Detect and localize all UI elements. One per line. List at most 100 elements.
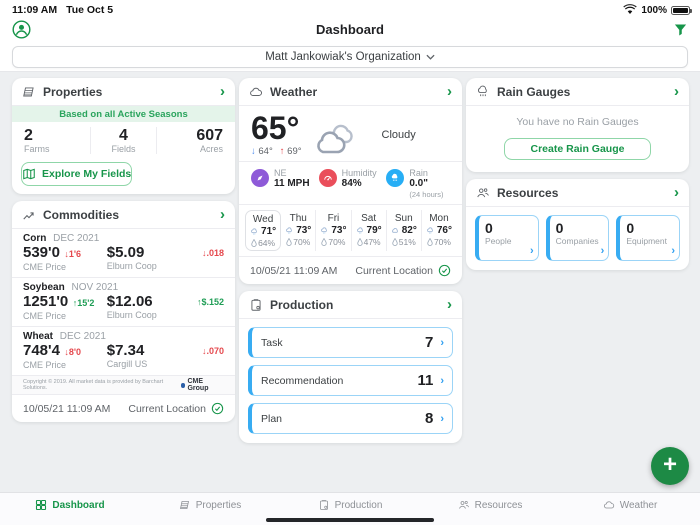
people-icon — [477, 188, 489, 198]
cme-price: 748'4 — [23, 342, 60, 359]
resource-companies[interactable]: 0 Companies — [545, 215, 610, 261]
chevron-right-icon[interactable] — [447, 87, 452, 97]
current-location[interactable]: Current Location — [355, 264, 451, 277]
production-item-recommendation[interactable]: Recommendation 11 — [248, 365, 453, 396]
add-button[interactable] — [651, 447, 689, 485]
farms-count: 2 — [24, 127, 33, 144]
home-indicator[interactable] — [266, 518, 434, 522]
forecast-day-mon[interactable]: Mon 76° 70% — [422, 210, 456, 251]
copyright-text: Copyright © 2019. All market data is pro… — [23, 379, 164, 391]
rain-cloud-icon — [478, 85, 487, 97]
field-icon — [23, 87, 34, 97]
rain-gauges-empty-message: You have no Rain Gauges — [516, 116, 639, 128]
people-icon — [458, 501, 469, 509]
rain-gauges-card-header[interactable]: Rain Gauges — [466, 78, 689, 106]
rain-label: Rain — [409, 168, 428, 178]
low-temp: 64° — [258, 146, 273, 157]
trend-chart-icon — [23, 212, 34, 220]
humidity-metric: Humidity 84% — [318, 168, 383, 190]
commodities-card-header[interactable]: Commodities — [12, 201, 235, 229]
resources-card-header[interactable]: Resources — [466, 179, 689, 207]
price-source: CME Price — [23, 262, 67, 272]
commodities-title: Commodities — [43, 208, 120, 222]
cme-dot-icon — [180, 382, 186, 388]
commodity-contract: NOV 2021 — [71, 282, 119, 293]
battery-icon — [671, 5, 692, 15]
forecast-day-sun[interactable]: Sun 82° 51% — [387, 210, 422, 251]
check-circle-icon — [438, 264, 451, 277]
droplet-icon — [321, 238, 328, 246]
rain-value: 0.0" — [409, 178, 428, 189]
local-price: $7.34 — [106, 342, 145, 359]
local-source: Cargill US — [106, 359, 148, 369]
commodity-row-soybean[interactable]: Soybean NOV 2021 1251'0 ↑15'2 CME Price … — [12, 278, 235, 327]
chevron-right-icon[interactable] — [447, 300, 452, 310]
price-change: ↓8'0 — [64, 347, 82, 357]
chevron-right-icon[interactable] — [674, 188, 679, 198]
nav-dashboard[interactable]: Dashboard — [0, 499, 140, 511]
chevron-right-icon[interactable] — [220, 210, 225, 220]
humidity-label: Humidity — [341, 168, 377, 178]
cloud-rain-icon — [426, 226, 433, 233]
local-price-change: ↑$.152 — [196, 297, 224, 307]
price-source: CME Price — [23, 360, 67, 370]
chevron-down-icon — [426, 54, 435, 60]
organization-name: Matt Jankowiak's Organization — [265, 51, 421, 63]
production-item-plan[interactable]: Plan 8 — [248, 403, 453, 434]
clipboard-icon — [319, 500, 328, 510]
rain-period: (24 hours) — [409, 190, 444, 199]
weather-card-header[interactable]: Weather — [239, 78, 462, 106]
task-count: 7 — [424, 334, 434, 351]
commodity-contract: DEC 2021 — [59, 331, 106, 342]
chevron-right-icon[interactable] — [674, 87, 679, 97]
chevron-right-icon — [440, 337, 444, 349]
rain-icon — [386, 169, 405, 187]
weather-title: Weather — [270, 85, 318, 99]
forecast-day-fri[interactable]: Fri 73° 70% — [316, 210, 352, 251]
create-rain-gauge-button[interactable]: Create Rain Gauge — [503, 138, 652, 160]
resource-people[interactable]: 0 People — [475, 215, 539, 261]
commodity-row-wheat[interactable]: Wheat DEC 2021 748'4 ↓8'0 CME Price $7.3… — [12, 327, 235, 376]
nav-production[interactable]: Production — [280, 499, 420, 511]
chevron-right-icon — [440, 413, 444, 425]
recommendation-count: 11 — [417, 372, 434, 389]
forecast-day-thu[interactable]: Thu 73° 70% — [281, 210, 317, 251]
nav-resources[interactable]: Resources — [420, 499, 560, 511]
resource-equipment[interactable]: 0 Equipment — [616, 215, 681, 261]
rain-metric: Rain 0.0" (24 hours) — [386, 168, 450, 199]
plan-count: 8 — [424, 410, 434, 427]
fields-label: Fields — [111, 144, 136, 154]
forecast-day-sat[interactable]: Sat 79° 47% — [352, 210, 387, 251]
weather-condition: Cloudy — [381, 128, 416, 141]
field-icon — [179, 501, 189, 509]
properties-card: Properties Based on all Active Seasons 2… — [12, 78, 235, 194]
explore-my-fields-button[interactable]: Explore My Fields — [21, 162, 133, 186]
organization-selector[interactable]: Matt Jankowiak's Organization — [12, 46, 688, 68]
forecast-day-wed[interactable]: Wed 71° 64% — [245, 210, 282, 251]
commodities-card: Commodities Corn DEC 2021 539'0 ↓1'6 CME… — [12, 201, 235, 422]
cme-price: 539'0 — [23, 244, 60, 261]
forecast-strip: Wed 71° 64% Thu 73° 70% Fri 73° 70% Sat … — [239, 204, 462, 256]
cloud-icon — [603, 501, 614, 509]
production-card-header[interactable]: Production — [239, 291, 462, 319]
wind-direction-icon — [251, 169, 269, 187]
commodity-row-corn[interactable]: Corn DEC 2021 539'0 ↓1'6 CME Price $5.09… — [12, 229, 235, 278]
properties-card-header[interactable]: Properties — [12, 78, 235, 106]
chevron-right-icon — [530, 245, 534, 257]
profile-avatar-icon[interactable] — [12, 20, 31, 39]
commodity-name: Corn — [23, 233, 47, 244]
acres-label: Acres — [200, 144, 224, 154]
droplet-icon — [286, 238, 292, 246]
chevron-right-icon[interactable] — [220, 87, 225, 97]
current-location[interactable]: Current Location — [128, 402, 224, 415]
rain-gauges-title: Rain Gauges — [497, 85, 571, 99]
commodity-name: Wheat — [23, 331, 53, 342]
stat-farms: 2 Farms — [24, 127, 90, 154]
production-item-task[interactable]: Task 7 — [248, 327, 453, 358]
nav-properties[interactable]: Properties — [140, 499, 280, 511]
nav-weather[interactable]: Weather — [560, 499, 700, 511]
chevron-right-icon — [671, 245, 675, 257]
filter-icon[interactable] — [673, 22, 688, 37]
companies-count: 0 — [555, 220, 564, 236]
active-seasons-banner: Based on all Active Seasons — [12, 106, 235, 122]
